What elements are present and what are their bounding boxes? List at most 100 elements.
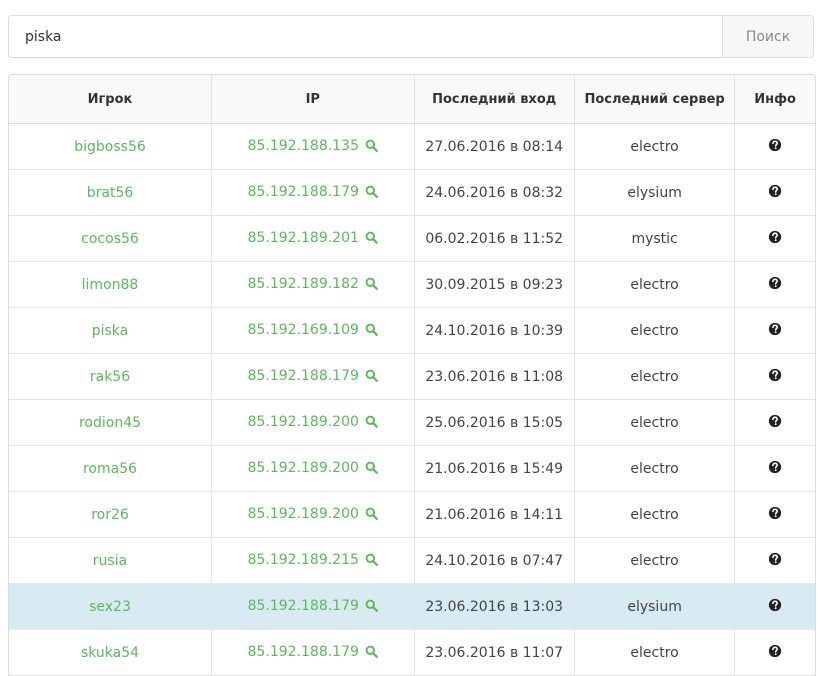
question-circle-icon[interactable]	[768, 552, 782, 570]
ip-link[interactable]: 85.192.189.215	[248, 552, 359, 568]
ip-cell: 85.192.189.182	[211, 261, 415, 308]
last-server-cell: elysium	[574, 583, 736, 630]
player-link[interactable]: brat56	[87, 185, 134, 201]
player-link[interactable]: rusia	[93, 553, 127, 569]
table-row: brat56 85.192.188.179 24.06.2016 в 08:32 el…	[9, 169, 815, 216]
search-icon[interactable]	[365, 553, 378, 570]
last-login-cell: 21.06.2016 в 14:11	[414, 491, 575, 538]
column-header-last-server[interactable]: Последний сервер	[574, 75, 736, 124]
ip-link[interactable]: 85.192.188.179	[248, 598, 359, 614]
ip-cell: 85.192.189.215	[211, 537, 415, 584]
question-circle-icon[interactable]	[768, 184, 782, 202]
ip-cell: 85.192.188.179	[211, 629, 415, 676]
question-circle-icon[interactable]	[768, 460, 782, 478]
player-cell: rak56	[9, 353, 212, 400]
search-icon[interactable]	[365, 415, 378, 432]
question-circle-icon[interactable]	[768, 276, 782, 294]
question-circle-icon[interactable]	[768, 414, 782, 432]
info-cell	[734, 169, 815, 216]
search-icon[interactable]	[365, 323, 378, 340]
last-login-cell: 23.06.2016 в 11:07	[414, 629, 575, 676]
info-cell	[734, 399, 815, 446]
ip-cell: 85.192.188.179	[211, 169, 415, 216]
question-circle-icon[interactable]	[768, 506, 782, 524]
player-cell: sex23	[9, 583, 212, 630]
ip-link[interactable]: 85.192.189.200	[248, 506, 359, 522]
search-icon[interactable]	[365, 231, 378, 248]
ip-link[interactable]: 85.192.189.200	[248, 414, 359, 430]
ip-link[interactable]: 85.192.189.182	[248, 276, 359, 292]
player-cell: limon88	[9, 261, 212, 308]
ip-link[interactable]: 85.192.188.179	[248, 184, 359, 200]
last-server-cell: electro	[574, 261, 736, 308]
info-cell	[734, 123, 815, 170]
ip-link[interactable]: 85.192.169.109	[248, 322, 359, 338]
last-login-cell: 30.09.2015 в 09:23	[414, 261, 575, 308]
info-cell	[734, 353, 815, 400]
info-cell	[734, 537, 815, 584]
column-header-player[interactable]: Игрок	[9, 75, 212, 124]
info-cell	[734, 307, 815, 354]
player-link[interactable]: roma56	[83, 461, 137, 477]
info-cell	[734, 629, 815, 676]
player-link[interactable]: skuka54	[81, 645, 139, 661]
ip-link[interactable]: 85.192.188.135	[248, 138, 359, 154]
column-header-info: Инфо	[734, 75, 815, 124]
table-header-row: Игрок IP Последний вход Последний сервер…	[9, 75, 815, 124]
last-server-cell: electro	[574, 399, 736, 446]
player-cell: ror26	[9, 491, 212, 538]
player-link[interactable]: rak56	[90, 369, 130, 385]
column-header-ip[interactable]: IP	[211, 75, 415, 124]
table-row: sex23 85.192.188.179 23.06.2016 в 13:03 ely…	[9, 583, 815, 630]
question-circle-icon[interactable]	[768, 598, 782, 616]
table-row: ror26 85.192.189.200 21.06.2016 в 14:11 ele…	[9, 491, 815, 538]
player-link[interactable]: limon88	[82, 277, 139, 293]
question-circle-icon[interactable]	[768, 368, 782, 386]
search-bar: Поиск	[8, 15, 814, 58]
player-cell: rodion45	[9, 399, 212, 446]
player-link[interactable]: bigboss56	[74, 139, 146, 155]
ip-cell: 85.192.188.179	[211, 353, 415, 400]
ip-link[interactable]: 85.192.188.179	[248, 368, 359, 384]
table-row: cocos56 85.192.189.201 06.02.2016 в 11:52 m…	[9, 215, 815, 262]
search-icon[interactable]	[365, 599, 378, 616]
last-server-cell: electro	[574, 307, 736, 354]
column-header-last-login[interactable]: Последний вход	[414, 75, 575, 124]
info-cell	[734, 583, 815, 630]
search-icon[interactable]	[365, 369, 378, 386]
question-circle-icon[interactable]	[768, 138, 782, 156]
table-row: piska 85.192.169.109 24.10.2016 в 10:39 ele…	[9, 307, 815, 354]
player-link[interactable]: sex23	[89, 599, 131, 615]
player-link[interactable]: piska	[92, 323, 129, 339]
last-login-cell: 24.10.2016 в 10:39	[414, 307, 575, 354]
player-cell: roma56	[9, 445, 212, 492]
table-row: rodion45 85.192.189.200 25.06.2016 в 15:05…	[9, 399, 815, 446]
ip-link[interactable]: 85.192.188.179	[248, 644, 359, 660]
question-circle-icon[interactable]	[768, 322, 782, 340]
search-icon[interactable]	[365, 461, 378, 478]
search-icon[interactable]	[365, 139, 378, 156]
last-login-cell: 23.06.2016 в 11:08	[414, 353, 575, 400]
search-icon[interactable]	[365, 645, 378, 662]
question-circle-icon[interactable]	[768, 230, 782, 248]
ip-link[interactable]: 85.192.189.201	[248, 230, 359, 246]
table-row: roma56 85.192.189.200 21.06.2016 в 15:49 el…	[9, 445, 815, 492]
search-input[interactable]	[9, 16, 722, 57]
table-row: skuka54 85.192.188.179 23.06.2016 в 11:07 e…	[9, 629, 815, 676]
search-icon[interactable]	[365, 507, 378, 524]
last-server-cell: electro	[574, 629, 736, 676]
last-server-cell: electro	[574, 537, 736, 584]
last-server-cell: electro	[574, 123, 736, 170]
player-link[interactable]: cocos56	[81, 231, 139, 247]
question-circle-icon[interactable]	[768, 644, 782, 662]
last-server-cell: electro	[574, 491, 736, 538]
table-row: rak56 85.192.188.179 23.06.2016 в 11:08 ele…	[9, 353, 815, 400]
player-cell: skuka54	[9, 629, 212, 676]
search-icon[interactable]	[365, 185, 378, 202]
search-button[interactable]: Поиск	[722, 16, 813, 57]
player-link[interactable]: ror26	[91, 507, 129, 523]
ip-link[interactable]: 85.192.189.200	[248, 460, 359, 476]
ip-cell: 85.192.189.200	[211, 445, 415, 492]
search-icon[interactable]	[365, 277, 378, 294]
player-link[interactable]: rodion45	[79, 415, 141, 431]
